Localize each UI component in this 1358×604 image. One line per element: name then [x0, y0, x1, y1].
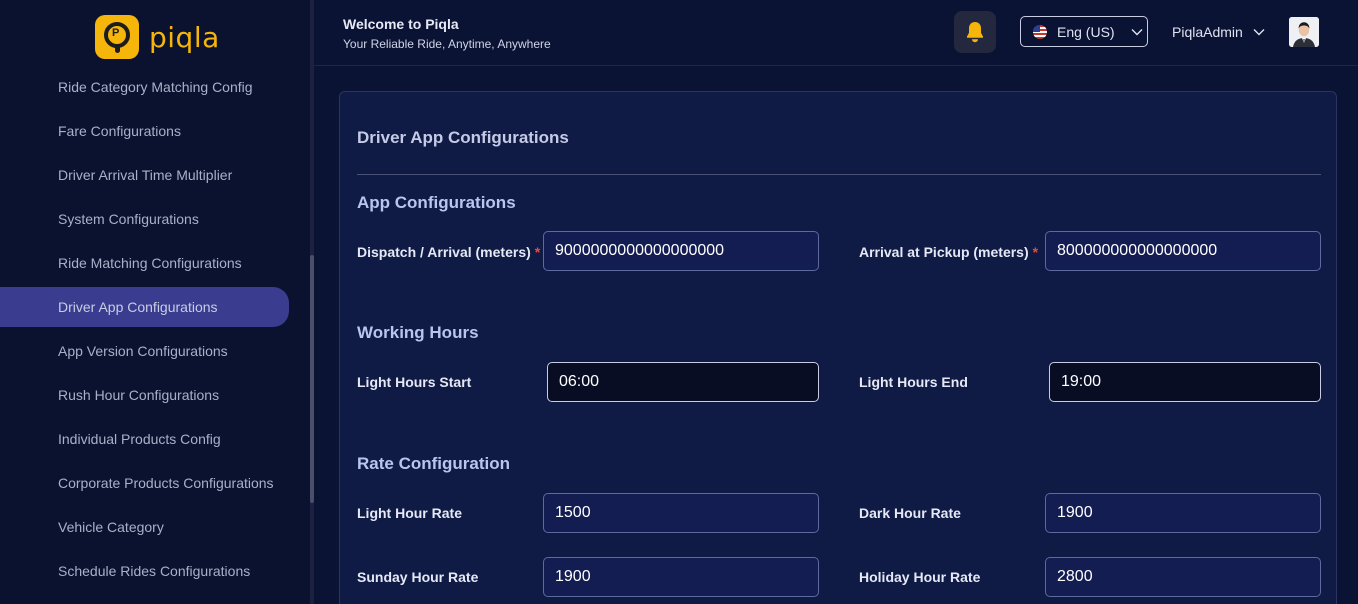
sidebar-item-vehicle-category[interactable]: Vehicle Category [0, 505, 289, 549]
chevron-down-icon [1131, 28, 1143, 35]
required-marker: * [534, 244, 541, 260]
sidebar-item-driver-app-configurations[interactable]: Driver App Configurations [0, 287, 289, 327]
sidebar-item-system-configurations[interactable]: System Configurations [0, 197, 289, 241]
sunday-hour-rate-input[interactable]: 1900 [543, 557, 819, 597]
page-title: Driver App Configurations [357, 128, 569, 147]
light-hour-rate-input[interactable]: 1500 [543, 493, 819, 533]
brand-name: piqla [149, 20, 220, 54]
arrival-pickup-input[interactable]: 800000000000000000 [1045, 231, 1321, 271]
light-hours-start-input[interactable]: 06:00 [547, 362, 819, 402]
us-flag-icon [1033, 24, 1047, 39]
user-menu[interactable]: PiqlaAdmin [1172, 24, 1265, 40]
user-name: PiqlaAdmin [1172, 24, 1243, 40]
dark-hour-rate-label: Dark Hour Rate [859, 505, 961, 521]
light-hours-end-input[interactable]: 19:00 [1049, 362, 1321, 402]
holiday-hour-rate-label: Holiday Hour Rate [859, 569, 981, 585]
section-title-app-configurations: App Configurations [357, 193, 516, 212]
sidebar-item-fare-configurations[interactable]: Fare Configurations [0, 109, 289, 153]
welcome-title: Welcome to Piqla [343, 16, 459, 32]
avatar[interactable] [1289, 17, 1319, 47]
dispatch-arrival-input[interactable]: 9000000000000000000 [543, 231, 819, 271]
dark-hour-rate-input[interactable]: 1900 [1045, 493, 1321, 533]
section-title-working-hours: Working Hours [357, 323, 479, 342]
language-selector[interactable]: Eng (US) [1020, 16, 1148, 47]
arrival-pickup-label: Arrival at Pickup (meters) * [859, 244, 1039, 260]
sidebar-item-ride-matching-configurations[interactable]: Ride Matching Configurations [0, 241, 289, 285]
sidebar-item-ride-category-matching-config[interactable]: Ride Category Matching Config [0, 65, 289, 109]
sidebar-item-rush-hour-configurations[interactable]: Rush Hour Configurations [0, 373, 289, 417]
light-hours-start-label: Light Hours Start [357, 374, 472, 390]
welcome-tagline: Your Reliable Ride, Anytime, Anywhere [343, 37, 551, 51]
light-hour-rate-label: Light Hour Rate [357, 505, 462, 521]
dispatch-arrival-label: Dispatch / Arrival (meters) * [357, 244, 541, 260]
section-title-rate-configuration: Rate Configuration [357, 454, 510, 473]
bell-icon [967, 22, 983, 43]
brand-logo[interactable]: P piqla [95, 15, 220, 59]
sidebar-nav: Ride Category Matching Config Fare Config… [0, 65, 310, 593]
language-label: Eng (US) [1057, 23, 1115, 40]
light-hours-end-label: Light Hours End [859, 374, 968, 390]
notifications-button[interactable] [954, 11, 996, 53]
sidebar: P piqla Ride Category Matching Config Far… [0, 0, 310, 604]
divider [357, 174, 1321, 175]
holiday-hour-rate-input[interactable]: 2800 [1045, 557, 1321, 597]
sidebar-item-corporate-products-configurations[interactable]: Corporate Products Configurations [0, 461, 289, 505]
top-header: Welcome to Piqla Your Reliable Ride, Any… [314, 0, 1358, 66]
sidebar-item-schedule-rides-configurations[interactable]: Schedule Rides Configurations [0, 549, 289, 593]
sidebar-item-driver-arrival-time-multiplier[interactable]: Driver Arrival Time Multiplier [0, 153, 289, 197]
logo-badge-icon: P [95, 15, 139, 59]
required-marker: * [1032, 244, 1039, 260]
user-avatar-icon [1289, 17, 1319, 47]
sidebar-item-app-version-configurations[interactable]: App Version Configurations [0, 329, 289, 373]
sunday-hour-rate-label: Sunday Hour Rate [357, 569, 479, 585]
driver-app-config-card: Driver App Configurations App Configurat… [339, 91, 1337, 604]
sidebar-scrollbar-thumb[interactable] [310, 255, 314, 503]
sidebar-item-individual-products-config[interactable]: Individual Products Config [0, 417, 289, 461]
chevron-down-icon [1253, 29, 1265, 36]
